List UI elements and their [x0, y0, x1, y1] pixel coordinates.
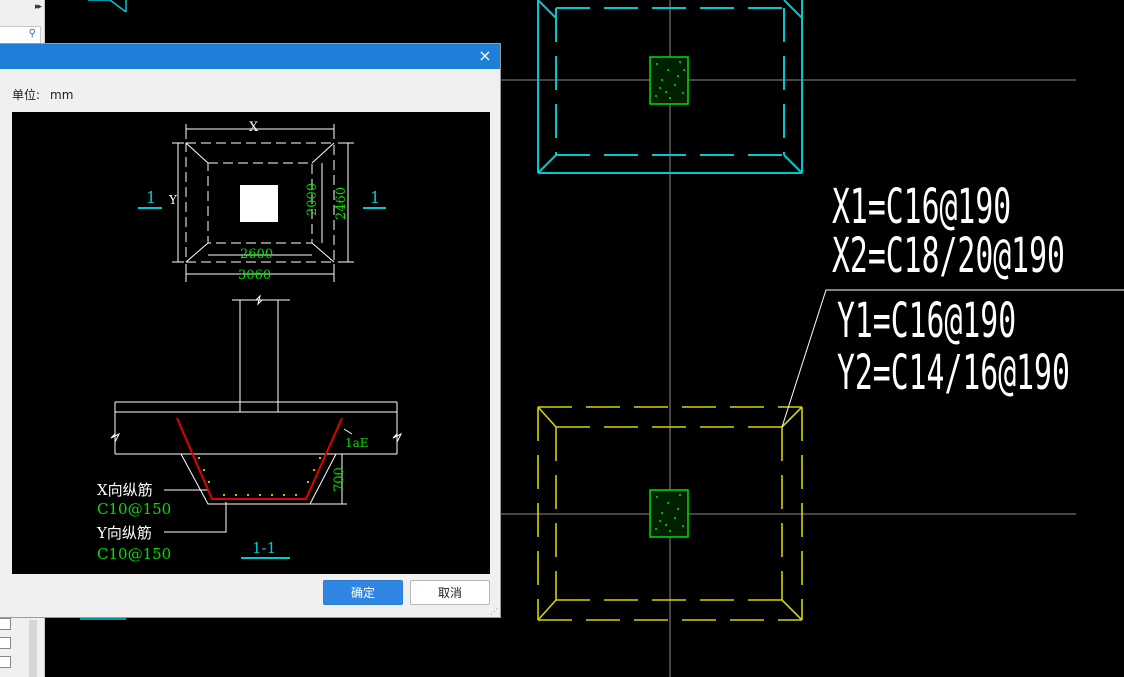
search-icon[interactable]: ⚲ [29, 28, 36, 39]
unit-row: 单位: mm [12, 86, 73, 103]
annotation-y1: Y1=C16@190 [836, 293, 1017, 349]
ok-button[interactable]: 确定 [323, 580, 403, 605]
bottom-column [649, 489, 689, 538]
dim-outer-height: 2460 [334, 186, 349, 220]
x-rebar-label: X向纵筋 [97, 481, 153, 499]
top-column [649, 56, 689, 105]
unit-value: mm [50, 88, 74, 102]
y-rebar-label: Y向纵筋 [97, 524, 152, 542]
x-rebar-value: C10@150 [97, 500, 172, 518]
plan-column [240, 185, 278, 222]
footing-rebar-dialog: × 单位: mm X Y 2600 3060 2000 2460 1 1 1aE… [0, 43, 501, 618]
section-view [110, 294, 403, 533]
rebar-line [176, 417, 343, 500]
depth-label: 700 [332, 467, 347, 492]
rebar-dots [198, 457, 321, 496]
preview-drawing [110, 124, 403, 559]
section-mark-right: 1 [370, 188, 381, 207]
panel-checkbox[interactable] [0, 656, 11, 668]
dialog-titlebar[interactable]: × [0, 44, 500, 69]
dim-inner-height: 2000 [305, 182, 320, 216]
panel-search-box[interactable]: ⚲ [0, 26, 41, 44]
cancel-button[interactable]: 取消 [410, 580, 490, 605]
dim-inner-width: 2600 [240, 247, 274, 262]
panel-scrollbar[interactable] [29, 620, 37, 677]
unit-label: 单位: [12, 88, 41, 102]
panel-checkbox[interactable] [0, 618, 11, 630]
resize-grip-icon[interactable]: ⋰ [490, 608, 498, 616]
expand-panel-icon[interactable]: ▸▸ [35, 2, 42, 12]
footing-preview: X Y 2600 3060 2000 2460 1 1 1aE 700 X向纵筋… [12, 112, 490, 574]
annotation-x1: X1=C16@190 [832, 179, 1012, 235]
dim-x-label: X [249, 120, 259, 135]
annotation-y2: Y2=C14/16@190 [836, 345, 1070, 401]
dim-outer-width: 3060 [238, 268, 272, 283]
anchor-length-label: 1aE [345, 436, 369, 450]
close-icon[interactable]: × [476, 46, 494, 66]
section-mark-left: 1 [146, 188, 157, 207]
dim-y-label: Y [169, 193, 177, 207]
y-rebar-value: C10@150 [97, 545, 172, 563]
panel-checkbox[interactable] [0, 637, 11, 649]
annotation-x2: X2=C18/20@190 [832, 228, 1065, 284]
section-title: 1-1 [252, 539, 277, 557]
